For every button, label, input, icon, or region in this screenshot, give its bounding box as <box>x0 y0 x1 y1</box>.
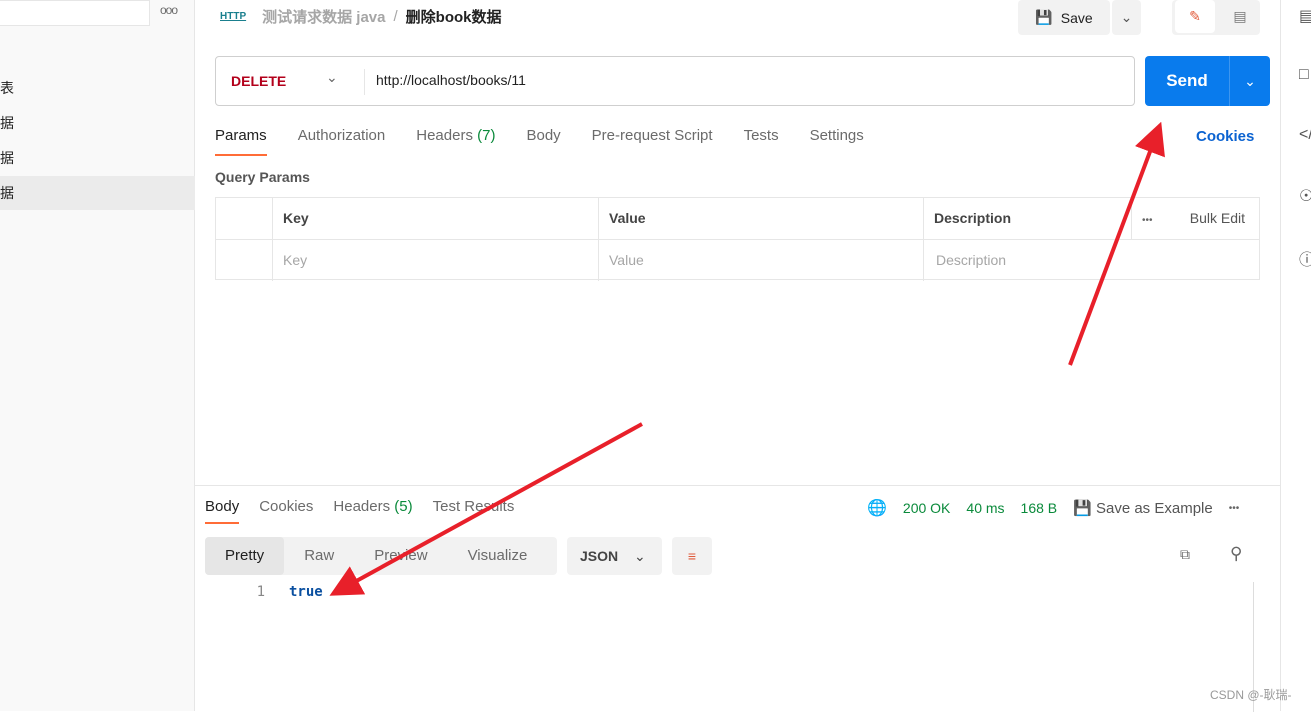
save-button[interactable]: 💾 Save <box>1018 0 1110 35</box>
http-icon: HTTP <box>220 11 247 22</box>
tab-tests[interactable]: Tests <box>744 127 779 156</box>
send-dropdown-chevron-icon[interactable]: ⌄ <box>1229 56 1270 106</box>
response-tab-cookies[interactable]: Cookies <box>259 498 313 524</box>
column-header-description: Description <box>923 198 1131 239</box>
tab-label: Headers <box>416 127 473 144</box>
info-icon[interactable]: ⓘ <box>1299 246 1311 270</box>
cookies-link[interactable]: Cookies <box>1196 128 1254 145</box>
query-params-table: Key Value Description ••• Bulk Edit Key … <box>215 197 1261 281</box>
save-label: Save <box>1060 9 1093 26</box>
code-icon[interactable]: </ <box>1299 126 1311 144</box>
sidebar-item[interactable]: 表 <box>0 71 195 105</box>
table-header-row: Key Value Description ••• Bulk Edit <box>216 198 1259 239</box>
search-icon[interactable]: ⚲ <box>1230 544 1242 564</box>
column-header-value: Value <box>598 198 923 239</box>
url-input[interactable]: http://localhost/books/11 <box>376 72 526 88</box>
globe-icon[interactable]: 🌐 <box>867 498 887 518</box>
description-input[interactable]: Description <box>923 240 1261 281</box>
language-select[interactable]: JSON ⌄ <box>567 537 662 575</box>
response-size[interactable]: 168 B <box>1021 500 1058 516</box>
save-as-example-label: Save as Example <box>1095 500 1213 517</box>
breadcrumb: HTTP 测试请求数据 java / 删除book数据 <box>220 6 502 27</box>
chevron-down-icon: ⌄ <box>634 548 646 564</box>
method-select[interactable]: DELETE <box>231 73 286 89</box>
url-bar: DELETE ⌄ http://localhost/books/11 <box>215 56 1135 106</box>
sidebar-search-input[interactable] <box>0 0 150 26</box>
bulk-edit-button[interactable]: Bulk Edit <box>1190 198 1245 239</box>
sidebar: ooo 表 据 据 据 <box>0 0 195 711</box>
key-input[interactable]: Key <box>272 240 598 281</box>
tab-label: Headers <box>333 498 391 515</box>
divider <box>364 69 365 95</box>
language-label: JSON <box>580 548 619 564</box>
send-label: Send <box>1166 71 1208 90</box>
bulb-icon[interactable]: ☉ <box>1299 186 1311 206</box>
right-sidebar: ▤ □ </ ☉ ⓘ <box>1280 0 1311 711</box>
comments-icon[interactable]: □ <box>1299 66 1309 84</box>
response-tabs: Body Cookies Headers (5) Test Results <box>205 498 534 524</box>
table-row: Key Value Description <box>216 239 1261 281</box>
sidebar-item-active[interactable]: 据 <box>0 176 195 210</box>
copy-icon[interactable]: ⧉ <box>1180 546 1190 563</box>
tab-authorization[interactable]: Authorization <box>298 127 386 156</box>
column-header-key: Key <box>272 198 598 239</box>
wrap-lines-icon[interactable]: ≡ <box>672 537 712 575</box>
pencil-icon[interactable]: ✎ <box>1175 0 1215 33</box>
headers-count: (5) <box>394 498 413 515</box>
request-tabs: Params Authorization Headers (7) Body Pr… <box>215 127 895 156</box>
save-icon: 💾 <box>1035 9 1053 25</box>
mode-toggle: ✎ ▤ <box>1172 0 1260 35</box>
sidebar-item[interactable]: 据 <box>0 106 195 140</box>
tab-body[interactable]: Body <box>526 127 560 156</box>
status-code[interactable]: 200 OK <box>903 500 950 516</box>
bulk-edit-cell: ••• Bulk Edit <box>1131 198 1261 239</box>
format-preview[interactable]: Preview <box>354 537 447 575</box>
query-params-title: Query Params <box>215 169 310 185</box>
send-button[interactable]: Send ⌄ <box>1145 56 1270 106</box>
code-line: true <box>289 584 323 600</box>
save-icon: 💾 <box>1073 500 1092 517</box>
more-icon[interactable]: ••• <box>1229 503 1240 514</box>
tab-headers[interactable]: Headers (7) <box>416 127 495 156</box>
value-input[interactable]: Value <box>598 240 923 281</box>
request-panel: HTTP 测试请求数据 java / 删除book数据 💾 Save ⌄ ✎ ▤… <box>195 0 1280 712</box>
format-tabs: Pretty Raw Preview Visualize <box>205 537 557 575</box>
watermark: CSDN @-耿瑞- <box>1210 688 1292 702</box>
chevron-down-icon[interactable]: ⌄ <box>326 69 338 86</box>
format-pretty[interactable]: Pretty <box>205 537 285 575</box>
save-as-example-button[interactable]: 💾 Save as Example <box>1073 499 1213 517</box>
response-panel: Body Cookies Headers (5) Test Results 🌐 … <box>195 485 1280 712</box>
response-status-bar: 🌐 200 OK 40 ms 168 B 💾 Save as Example •… <box>867 498 1239 518</box>
save-dropdown-chevron-icon[interactable]: ⌄ <box>1112 0 1141 35</box>
headers-count: (7) <box>477 127 496 144</box>
response-time[interactable]: 40 ms <box>966 500 1004 516</box>
sidebar-item[interactable]: 据 <box>0 141 195 175</box>
tab-params[interactable]: Params <box>215 127 267 156</box>
comment-icon[interactable]: ▤ <box>1220 0 1260 33</box>
tab-pre-request-script[interactable]: Pre-request Script <box>592 127 713 156</box>
tab-settings[interactable]: Settings <box>810 127 864 156</box>
format-visualize[interactable]: Visualize <box>448 537 548 575</box>
breadcrumb-separator: / <box>393 8 398 25</box>
sidebar-more-button[interactable]: ooo <box>160 3 178 17</box>
documentation-icon[interactable]: ▤ <box>1299 6 1311 26</box>
response-tab-test-results[interactable]: Test Results <box>433 498 515 524</box>
response-tab-body[interactable]: Body <box>205 498 240 524</box>
request-name[interactable]: 删除book数据 <box>406 6 502 27</box>
response-body: 1 true <box>235 584 323 600</box>
response-tab-headers[interactable]: Headers (5) <box>333 498 412 524</box>
format-raw[interactable]: Raw <box>284 537 354 575</box>
breadcrumb-collection[interactable]: 测试请求数据 java <box>262 6 385 27</box>
more-icon[interactable]: ••• <box>1142 215 1153 226</box>
line-number: 1 <box>256 584 265 600</box>
